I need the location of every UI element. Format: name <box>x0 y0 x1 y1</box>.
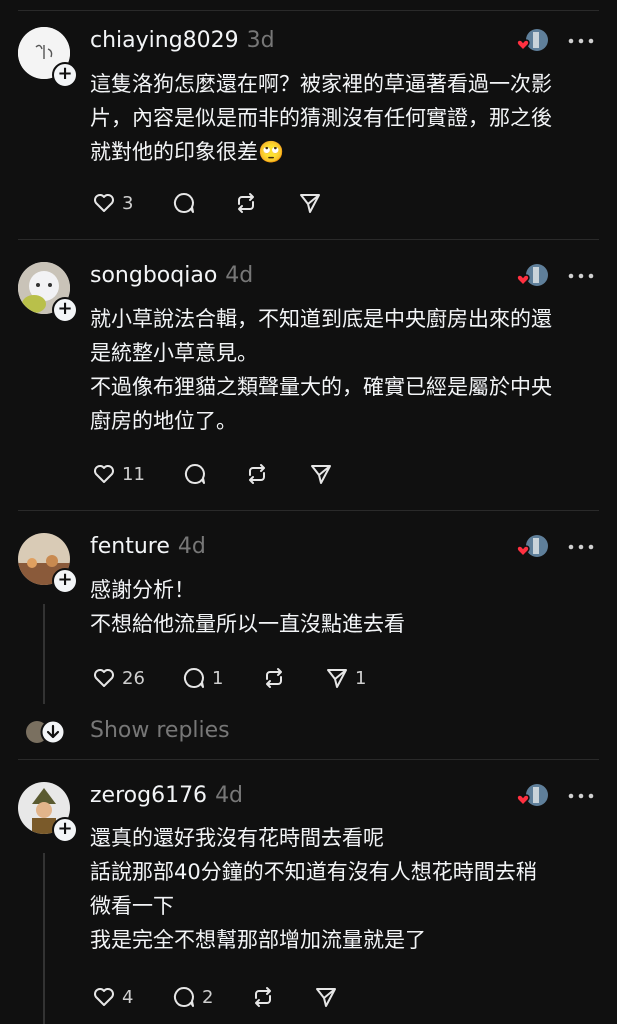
timestamp: 3d <box>246 28 275 53</box>
username[interactable]: zerog6176 <box>90 783 207 808</box>
username[interactable]: songboqiao <box>90 263 217 288</box>
post-header: zerog6176 4d <box>90 783 243 808</box>
heart-icon <box>94 669 114 687</box>
repost-button[interactable] <box>251 984 275 1010</box>
like-count: 4 <box>122 986 134 1008</box>
divider <box>18 10 599 11</box>
divider <box>18 510 599 511</box>
like-button[interactable]: 3 <box>92 190 133 216</box>
more-icon[interactable] <box>567 542 595 552</box>
share-icon <box>327 669 347 688</box>
timestamp: 4d <box>215 783 244 808</box>
username[interactable]: fenture <box>90 534 170 559</box>
post-text: 還真的還好我沒有花時間去看呢 話說那部40分鐘的不知道有沒有人想花時間去稍 微看… <box>90 826 537 952</box>
chevron-down-icon <box>46 724 60 739</box>
thread-line <box>43 853 45 1024</box>
reply-button[interactable]: 1 <box>182 665 223 691</box>
divider <box>18 759 599 760</box>
like-button[interactable]: 11 <box>92 461 145 487</box>
follow-plus-icon[interactable]: + <box>52 62 78 88</box>
post-text: 這隻洛狗怎麼還在啊？被家裡的草逼著看過一次影 片，內容是似是而非的猜測沒有任何實… <box>90 72 552 164</box>
liked-by-author-icon <box>516 264 548 287</box>
heart-icon <box>94 194 114 212</box>
share-icon <box>300 194 320 213</box>
post-header: songboqiao 4d <box>90 263 253 288</box>
post-header: chiaying8029 3d <box>90 28 275 53</box>
liked-by-author-icon <box>516 535 548 558</box>
share-button[interactable]: 1 <box>325 665 366 691</box>
reply-count: 2 <box>202 986 214 1008</box>
post-text: 感謝分析！ 不想給他流量所以一直沒點進去看 <box>90 578 405 636</box>
more-icon[interactable] <box>567 791 595 801</box>
repost-button[interactable] <box>234 190 258 216</box>
post-header: fenture 4d <box>90 534 206 559</box>
reply-count: 1 <box>212 667 224 689</box>
like-count: 3 <box>122 192 134 214</box>
reply-button[interactable] <box>183 461 207 487</box>
more-icon[interactable] <box>567 271 595 281</box>
divider <box>18 239 599 240</box>
repost-button[interactable] <box>262 665 286 691</box>
thread-line <box>43 604 45 704</box>
share-count: 1 <box>355 667 367 689</box>
heart-icon <box>94 465 114 483</box>
share-icon <box>311 465 331 484</box>
like-count: 11 <box>122 463 145 485</box>
reply-icon <box>183 667 204 688</box>
repost-button[interactable] <box>245 461 269 487</box>
timestamp: 4d <box>225 263 254 288</box>
reply-button[interactable]: 2 <box>172 984 213 1010</box>
follow-plus-icon[interactable]: + <box>52 817 78 843</box>
show-replies-link[interactable]: Show replies <box>90 718 230 743</box>
share-button[interactable] <box>309 461 333 487</box>
liked-by-author-icon <box>516 29 548 52</box>
like-count: 26 <box>122 667 145 689</box>
username[interactable]: chiaying8029 <box>90 28 239 53</box>
share-button[interactable] <box>298 190 322 216</box>
reply-button[interactable] <box>172 190 196 216</box>
post-text: 就小草說法合輯，不知道到底是中央廚房出來的還 是統整小草意見。 不過像布狸貓之類… <box>90 307 552 433</box>
repost-icon <box>266 668 282 688</box>
liked-by-author-icon <box>516 784 548 807</box>
reply-icon <box>173 192 194 213</box>
follow-plus-icon[interactable]: + <box>52 568 78 594</box>
repost-icon <box>255 987 271 1007</box>
like-button[interactable]: 4 <box>92 984 133 1010</box>
reply-icon <box>173 986 194 1007</box>
more-icon[interactable] <box>567 36 595 46</box>
share-button[interactable] <box>314 984 338 1010</box>
like-button[interactable]: 26 <box>92 665 145 691</box>
reply-icon <box>184 463 205 484</box>
heart-icon <box>94 988 114 1006</box>
timestamp: 4d <box>177 534 206 559</box>
share-icon <box>316 988 336 1007</box>
repost-icon <box>249 464 265 484</box>
repost-icon <box>238 193 254 213</box>
follow-plus-icon[interactable]: + <box>52 297 78 323</box>
